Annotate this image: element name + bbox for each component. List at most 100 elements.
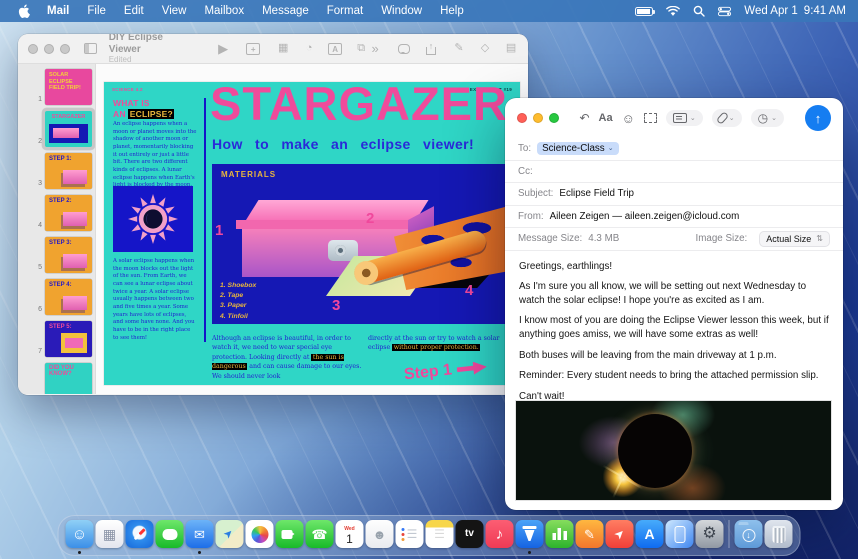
minimize-button[interactable] (533, 113, 543, 123)
poster-paragraph-1: An eclipse happens when a moon or planet… (113, 121, 197, 190)
spotlight-search-icon[interactable] (693, 5, 705, 17)
slide-thumbnail[interactable]: DID YOU KNOW? (18, 363, 95, 394)
slide-thumbnail[interactable]: 1 SOLAR ECLIPSE FIELD TRIP! (18, 69, 95, 105)
dock-item-schoolwork[interactable]: ➤ (606, 520, 634, 548)
dock-item-photos[interactable] (246, 520, 274, 548)
menu-item[interactable]: Mailbox (195, 5, 253, 17)
dock-item-app-store[interactable]: A (636, 520, 664, 548)
from-value: Aileen Zeigen — aileen.zeigen@icloud.com (550, 211, 740, 222)
dock-item-mail[interactable]: ✉ (186, 520, 214, 548)
minimize-button[interactable] (44, 44, 54, 54)
dock-item-maps[interactable]: ➤ (216, 520, 244, 548)
app-icon: tv (456, 520, 484, 548)
table-icon[interactable]: ▦ (276, 43, 290, 54)
shapes-icon[interactable]: ⧉ (354, 43, 368, 54)
dock-item-downloads[interactable]: ↓ (735, 520, 763, 548)
document-icon[interactable]: ▤ (504, 43, 518, 54)
chart-icon[interactable]: ◔ (302, 43, 316, 54)
stamp-icon[interactable] (644, 113, 657, 123)
zoom-button[interactable] (549, 113, 559, 123)
menu-item[interactable]: Mail (38, 5, 78, 17)
clock-icon: ◷ (758, 112, 768, 124)
emoji-icon[interactable]: ☺ (622, 112, 635, 125)
dock-item-trash[interactable] (765, 520, 793, 548)
app-icon-glyph: ↓ (742, 529, 755, 542)
dock-item-iphone-mirroring[interactable] (666, 520, 694, 548)
format-icon[interactable]: ✎ (452, 43, 466, 54)
send-button[interactable]: ↑ (805, 105, 831, 131)
zoom-button[interactable] (60, 44, 70, 54)
dock-item-notes[interactable]: ☰ (426, 520, 454, 548)
recipient-token[interactable]: Science-Class ⌄ (537, 142, 619, 155)
dock-item-reminders[interactable]: ☰ (396, 520, 424, 548)
wifi-icon[interactable] (666, 6, 680, 17)
cc-field[interactable]: Cc: (505, 161, 843, 184)
window-controls (28, 44, 70, 54)
dock-item-finder[interactable]: ☺ (66, 520, 94, 548)
dock-item-facetime[interactable] (276, 520, 304, 548)
from-field[interactable]: From: Aileen Zeigen — aileen.zeigen@iclo… (505, 206, 843, 229)
dock-item-pages[interactable]: ✎ (576, 520, 604, 548)
slide-thumbnail[interactable]: 6 STEP 4: (18, 279, 95, 315)
animate-icon[interactable]: ◇ (478, 43, 492, 54)
text-box-icon[interactable]: A (328, 43, 342, 55)
add-slide-icon[interactable]: + (246, 43, 260, 55)
slide-thumbnail[interactable]: 7 STEP 5: (18, 321, 95, 357)
message-size-value: 4.3 MB (588, 233, 619, 244)
dock-item-tv[interactable]: tv (456, 520, 484, 548)
app-icon-glyph: ♪ (496, 527, 504, 542)
schedule-send-button[interactable]: ◷ ⌄ (751, 109, 784, 127)
menu-item[interactable]: Window (372, 5, 431, 17)
image-size-label: Image Size: (696, 233, 748, 244)
dock-item-phone[interactable]: ☎ (306, 520, 334, 548)
dock-item-safari[interactable] (126, 520, 154, 548)
undo-icon[interactable]: ↶ (579, 112, 589, 124)
close-button[interactable] (517, 113, 527, 123)
chevron-down-icon: ⌄ (771, 115, 777, 122)
slide-canvas[interactable]: SCIENCE 4.2 EXPERIMENT #19 WHAT IS AN EC… (96, 64, 528, 394)
dock-item-messages[interactable] (156, 520, 184, 548)
app-icon (246, 520, 274, 548)
apple-menu[interactable] (10, 4, 38, 18)
control-center-icon[interactable] (718, 6, 731, 17)
eclipse-photo-attachment[interactable] (515, 400, 832, 501)
dock-item-music[interactable]: ♪ (486, 520, 514, 548)
image-size-select[interactable]: Actual Size ⇅ (759, 231, 830, 247)
menu-item[interactable]: Format (318, 5, 372, 17)
app-icon: ⚙ (696, 520, 724, 548)
dock-item-keynote[interactable] (516, 520, 544, 548)
app-icon: ☰ (426, 520, 454, 548)
dock-item-launchpad[interactable]: ▦ (96, 520, 124, 548)
dock-item-calendar[interactable]: Wed 1 (336, 520, 364, 548)
window-title: DIY Eclipse Viewer (109, 34, 188, 55)
dock-item-system-settings[interactable]: ⚙ (696, 520, 724, 548)
play-icon[interactable]: ▶ (216, 42, 230, 55)
slide-navigator: 1 SOLAR ECLIPSE FIELD TRIP! 2 STARGAZER … (18, 64, 96, 394)
more-toolbar-icon[interactable]: » (368, 42, 382, 55)
close-button[interactable] (28, 44, 38, 54)
share-icon[interactable]: ↑ (426, 47, 436, 55)
view-sidebar-icon[interactable] (84, 43, 97, 54)
app-icon: ✎ (576, 520, 604, 548)
subject-field[interactable]: Subject: Eclipse Field Trip (505, 183, 843, 206)
dock-item-contacts[interactable]: ☻ (366, 520, 394, 548)
attach-button[interactable]: ⌄ (712, 109, 742, 127)
to-field[interactable]: To: Science-Class ⌄ (505, 138, 843, 161)
slide-thumbnail[interactable]: 3 STEP 1: (18, 153, 95, 189)
dock-item-numbers[interactable] (546, 520, 574, 548)
comment-icon[interactable] (398, 44, 410, 54)
menu-item[interactable]: Message (253, 5, 318, 17)
materials-list: 1. Shoebox 2. Tape 3. Paper 4. Tinfoil (220, 281, 256, 322)
menu-item[interactable]: Edit (115, 5, 153, 17)
slide-thumbnail[interactable]: 5 STEP 3: (18, 237, 95, 273)
menu-clock[interactable]: Wed Apr 1 9:41 AM (744, 5, 846, 17)
menu-item[interactable]: File (78, 5, 115, 17)
battery-icon[interactable] (635, 7, 653, 16)
menu-item[interactable]: View (153, 5, 196, 17)
format-text-icon[interactable]: Aa (599, 113, 613, 124)
menu-item[interactable]: Help (431, 5, 473, 17)
slide-thumbnail[interactable]: 4 STEP 2: (18, 195, 95, 231)
slide-thumbnail[interactable]: 2 STARGAZER (18, 111, 95, 147)
header-fields-button[interactable]: ⌄ (666, 110, 703, 126)
caution-text-right: directly at the sun or try to watch a so… (368, 334, 518, 353)
